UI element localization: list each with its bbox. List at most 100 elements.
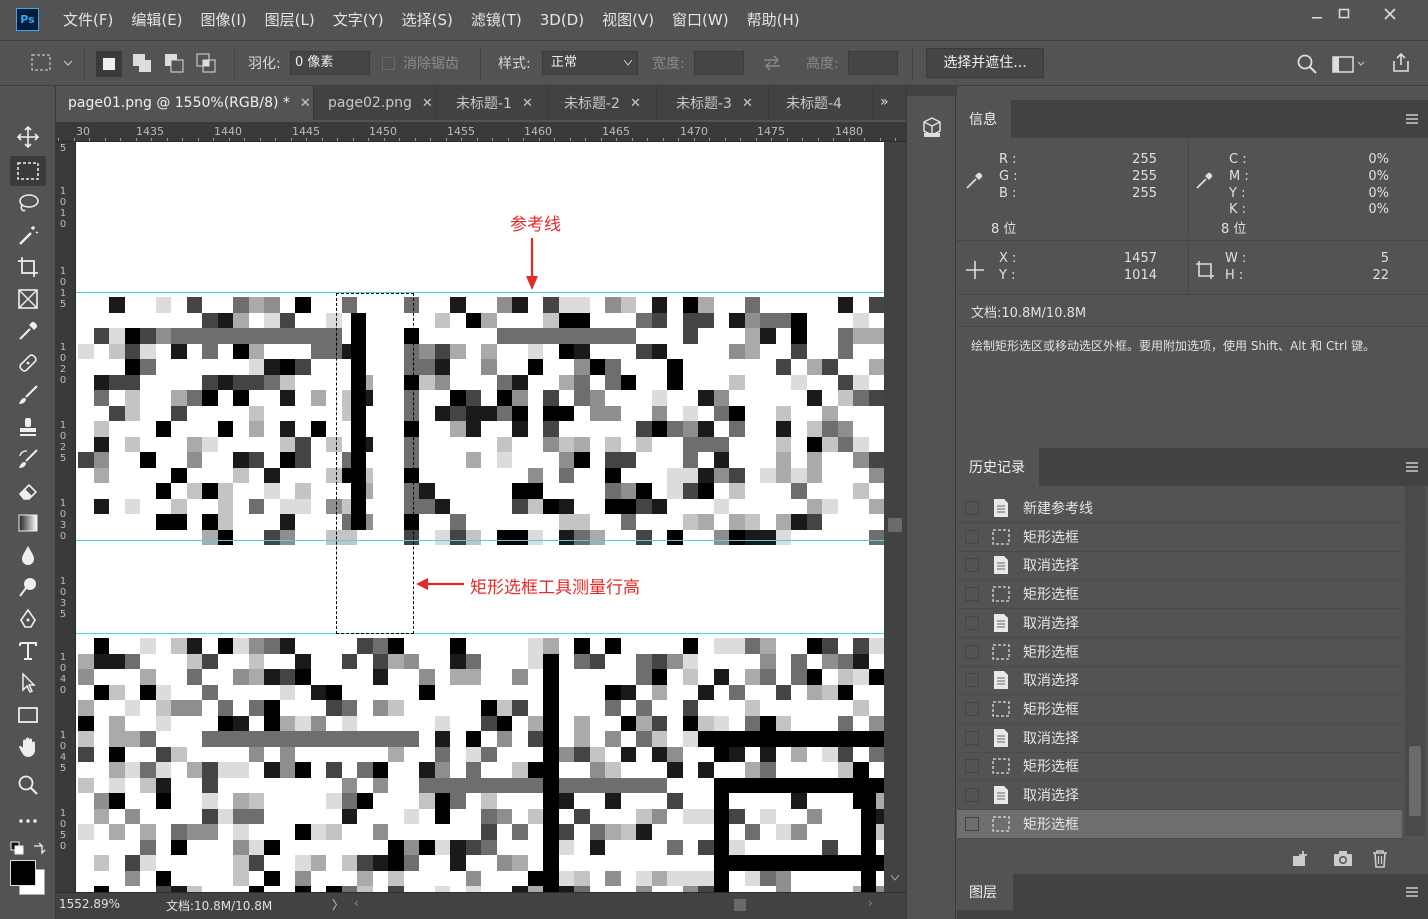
scroll-thumb[interactable]	[1409, 746, 1421, 816]
foreground-color-swatch[interactable]	[10, 860, 36, 886]
scroll-left-icon[interactable]: ‹	[354, 896, 359, 910]
close-icon[interactable]: ✕	[742, 96, 753, 111]
feather-input[interactable]: 0 像素	[290, 51, 370, 75]
width-input[interactable]	[694, 51, 744, 75]
canvas-vertical-scrollbar[interactable]	[884, 142, 906, 892]
trash-icon[interactable]	[1371, 849, 1389, 869]
tab-untitled-2[interactable]: 未标题-2 ✕	[552, 86, 657, 120]
tab-page01[interactable]: page01.png @ 1550%(RGB/8) * ✕	[56, 86, 314, 120]
scroll-right-icon[interactable]: ›	[868, 896, 873, 910]
history-item[interactable]: 取消选择	[957, 724, 1402, 753]
menu-select[interactable]: 选择(S)	[393, 9, 462, 31]
history-item[interactable]: 矩形选框	[957, 580, 1402, 610]
history-item[interactable]: 取消选择	[957, 781, 1402, 810]
close-icon[interactable]: ✕	[422, 96, 433, 111]
menu-edit[interactable]: 编辑(E)	[122, 9, 191, 31]
healing-brush-icon[interactable]	[10, 348, 46, 378]
menu-image[interactable]: 图像(I)	[192, 9, 256, 31]
close-icon[interactable]	[1368, 0, 1412, 28]
new-selection-icon[interactable]	[96, 51, 122, 77]
history-item[interactable]: 矩形选框	[957, 638, 1402, 667]
panel-menu-icon[interactable]	[1405, 886, 1419, 898]
snapshot-source-checkbox[interactable]	[965, 587, 979, 602]
menu-filter[interactable]: 滤镜(T)	[462, 9, 531, 31]
history-item[interactable]: 矩形选框	[957, 523, 1402, 552]
history-item[interactable]: 矩形选框	[957, 809, 1402, 839]
style-select[interactable]: 正常	[542, 51, 638, 75]
snapshot-source-checkbox[interactable]	[965, 673, 979, 688]
share-icon[interactable]	[1390, 52, 1412, 78]
snapshot-source-checkbox[interactable]	[965, 644, 979, 659]
close-icon[interactable]: ✕	[522, 96, 533, 111]
tab-untitled-4[interactable]: 未标题-4	[774, 86, 874, 120]
pen-tool-icon[interactable]	[10, 604, 46, 634]
history-item[interactable]: 取消选择	[957, 609, 1402, 638]
tab-info[interactable]: 信息	[957, 100, 1011, 138]
scroll-thumb[interactable]	[888, 518, 902, 532]
gradient-tool-icon[interactable]	[10, 508, 46, 538]
close-icon[interactable]: ✕	[630, 96, 641, 111]
more-tools-icon[interactable]	[10, 806, 46, 836]
height-input[interactable]	[848, 51, 898, 75]
rectangle-tool-icon[interactable]	[10, 700, 46, 730]
history-item[interactable]: 取消选择	[957, 551, 1402, 581]
subtract-selection-icon[interactable]	[162, 51, 188, 81]
panel-menu-icon[interactable]	[1405, 113, 1419, 125]
history-item[interactable]: 矩形选框	[957, 752, 1402, 782]
zoom-tool-icon[interactable]	[10, 770, 46, 800]
dodge-tool-icon[interactable]	[10, 572, 46, 602]
new-document-from-state-icon[interactable]	[1291, 850, 1311, 868]
snapshot-source-checkbox[interactable]	[965, 816, 979, 831]
lasso-tool-icon[interactable]	[10, 188, 46, 218]
search-icon[interactable]	[1296, 53, 1318, 79]
snapshot-source-checkbox[interactable]	[965, 501, 979, 515]
default-colors-icon[interactable]	[10, 841, 24, 859]
status-menu-icon[interactable]: 〉	[332, 896, 344, 913]
history-item[interactable]: 取消选择	[957, 666, 1402, 696]
zoom-level[interactable]: 1552.89%	[59, 897, 120, 911]
snapshot-source-checkbox[interactable]	[965, 759, 979, 774]
more-tabs-icon[interactable]: »	[880, 94, 889, 110]
brush-tool-icon[interactable]	[10, 380, 46, 410]
move-tool-icon[interactable]	[10, 122, 46, 152]
snapshot-source-checkbox[interactable]	[965, 788, 979, 802]
select-and-mask-button[interactable]: 选择并遮住...	[926, 48, 1044, 78]
tab-untitled-1[interactable]: 未标题-1 ✕	[444, 86, 549, 120]
history-brush-icon[interactable]	[10, 444, 46, 474]
snapshot-source-checkbox[interactable]	[965, 529, 979, 544]
menu-help[interactable]: 帮助(H)	[738, 9, 809, 31]
scroll-down-icon[interactable]	[890, 874, 900, 882]
menu-view[interactable]: 视图(V)	[593, 9, 663, 31]
tab-page02[interactable]: page02.png ✕	[316, 86, 436, 120]
crop-tool-icon[interactable]	[10, 252, 46, 282]
tab-history[interactable]: 历史记录	[957, 448, 1039, 486]
history-item[interactable]: 新建参考线	[957, 494, 1402, 523]
snapshot-source-checkbox[interactable]	[965, 701, 979, 716]
swap-icon[interactable]	[762, 55, 782, 75]
menu-file[interactable]: 文件(F)	[54, 9, 122, 31]
type-tool-icon[interactable]	[10, 636, 46, 666]
camera-icon[interactable]	[1333, 850, 1353, 868]
hand-tool-icon[interactable]	[10, 732, 46, 762]
snapshot-source-checkbox[interactable]	[965, 558, 979, 573]
tab-untitled-3[interactable]: 未标题-3 ✕	[664, 86, 769, 120]
marquee-tool-icon[interactable]	[10, 156, 46, 186]
eraser-tool-icon[interactable]	[10, 476, 46, 506]
path-selection-icon[interactable]	[10, 668, 46, 698]
intersect-selection-icon[interactable]	[194, 51, 220, 81]
eyedropper-icon[interactable]	[10, 316, 46, 346]
blur-tool-icon[interactable]	[10, 540, 46, 570]
workspace-icon[interactable]	[1332, 54, 1366, 78]
antialias-checkbox[interactable]	[382, 57, 395, 70]
history-scrollbar[interactable]	[1405, 486, 1425, 836]
maximize-icon[interactable]	[1322, 0, 1366, 28]
menu-layer[interactable]: 图层(L)	[256, 9, 324, 31]
add-selection-icon[interactable]	[130, 51, 156, 81]
swap-colors-icon[interactable]	[32, 841, 46, 859]
snapshot-source-checkbox[interactable]	[965, 615, 979, 630]
frame-tool-icon[interactable]	[10, 284, 46, 314]
close-icon[interactable]: ✕	[300, 96, 311, 111]
tab-layers[interactable]: 图层	[957, 874, 1013, 910]
canvas-area[interactable]: 参考线 矩形选框工具测量行高	[76, 142, 906, 892]
stamp-tool-icon[interactable]	[10, 412, 46, 442]
